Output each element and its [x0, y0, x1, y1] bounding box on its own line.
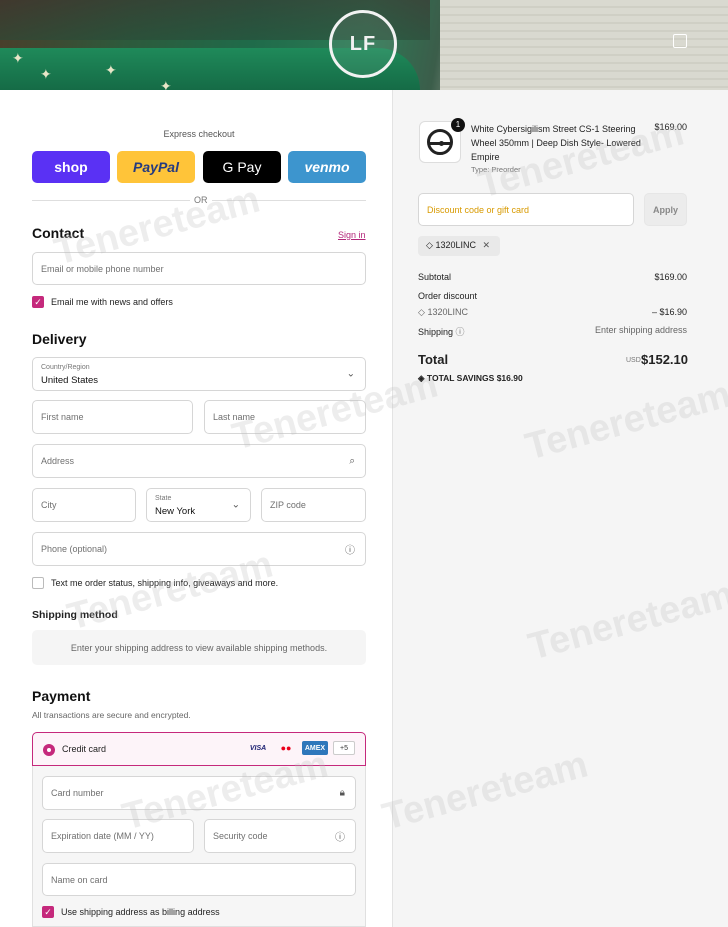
discount-chip: ◇ 1320LINC ✕ — [418, 236, 500, 256]
amex-icon: AMEX — [302, 741, 328, 755]
delivery-heading: Delivery — [32, 331, 87, 347]
subtotal-label: Subtotal — [418, 272, 452, 282]
news-checkbox-label: Email me with news and offers — [51, 297, 173, 307]
more-cards-badge: +5 — [333, 741, 355, 755]
country-select[interactable]: Country/Region United States ⌄ — [32, 357, 366, 391]
email-field[interactable]: Email or mobile phone number — [32, 252, 366, 285]
apply-button[interactable]: Apply — [644, 193, 687, 226]
order-discount-label: Order discount — [418, 291, 478, 301]
visa-icon: VISA — [249, 744, 267, 752]
product-title: White Cybersigilism Street CS-1 Steering… — [471, 124, 641, 162]
radio-selected-icon[interactable] — [43, 744, 55, 756]
express-checkout-title: Express checkout — [163, 129, 235, 139]
currency-code: USD — [626, 357, 641, 364]
discount-value: – $16.90 — [651, 307, 687, 317]
cart-bag-icon[interactable] — [673, 34, 687, 48]
billing-checkbox-label: Use shipping address as billing address — [61, 907, 220, 917]
billing-checkbox[interactable]: ✓ — [42, 906, 54, 918]
address-field[interactable]: Address ⌕ — [32, 444, 366, 478]
tag-icon: ◈ — [418, 373, 425, 383]
phone-field[interactable]: Phone (optional) ⓘ — [32, 532, 366, 566]
steering-wheel-icon — [427, 129, 453, 155]
chevron-down-icon: ⌄ — [231, 499, 240, 511]
total-savings: ◈ TOTAL SAVINGS $16.90 — [418, 373, 523, 383]
mastercard-icon: ●● — [280, 743, 292, 753]
last-name-field[interactable]: Last name — [204, 400, 366, 434]
or-divider-text: OR — [190, 195, 212, 205]
payment-subtext: All transactions are secure and encrypte… — [32, 710, 191, 720]
sign-in-link[interactable]: Sign in — [338, 230, 366, 240]
total-label: Total — [418, 352, 449, 367]
state-select[interactable]: State New York ⌄ — [146, 488, 251, 522]
shop-pay-button[interactable]: shop — [32, 151, 110, 183]
chevron-down-icon: ⌄ — [346, 368, 355, 380]
subtotal-value: $169.00 — [654, 272, 687, 282]
city-field[interactable]: City — [32, 488, 136, 522]
credit-card-label: Credit card — [62, 744, 107, 754]
tag-icon: ◇ — [426, 240, 433, 250]
help-icon[interactable]: ⓘ — [335, 829, 345, 844]
header-banner: ✦ ✦ ✦ ✦ LF — [0, 0, 728, 90]
contact-heading: Contact — [32, 225, 85, 241]
discount-code-field[interactable]: Discount code or gift card — [418, 193, 634, 226]
venmo-button[interactable]: venmo — [288, 151, 366, 183]
google-pay-button[interactable]: G Pay — [203, 151, 281, 183]
expiration-field[interactable]: Expiration date (MM / YY) — [42, 819, 194, 853]
shipping-summary-label: Shipping ⓘ — [418, 327, 465, 337]
card-number-field[interactable]: Card number 🔒︎ — [42, 776, 356, 810]
quantity-badge: 1 — [451, 118, 465, 132]
payment-heading: Payment — [32, 688, 91, 704]
product-type: Type: Preorder — [471, 165, 521, 174]
tag-icon: ◇ — [418, 307, 425, 317]
remove-discount-icon[interactable]: ✕ — [482, 240, 490, 250]
help-icon[interactable]: ⓘ — [345, 542, 355, 557]
shipping-method-placeholder: Enter your shipping address to view avai… — [32, 630, 366, 665]
store-logo[interactable]: LF — [329, 10, 397, 78]
paypal-button[interactable]: PayPal — [117, 151, 195, 183]
applied-discount-code: ◇ 1320LINC — [418, 307, 468, 317]
help-icon[interactable]: ⓘ — [456, 327, 465, 337]
news-checkbox[interactable]: ✓ — [32, 296, 44, 308]
shipping-summary-value: Enter shipping address — [594, 325, 687, 335]
security-code-field[interactable]: Security code ⓘ — [204, 819, 356, 853]
shipping-method-heading: Shipping method — [32, 609, 118, 621]
zip-field[interactable]: ZIP code — [261, 488, 366, 522]
search-icon: ⌕ — [349, 455, 355, 467]
total-value: $152.10 — [641, 352, 688, 367]
first-name-field[interactable]: First name — [32, 400, 193, 434]
lock-icon: 🔒︎ — [339, 787, 345, 799]
name-on-card-field[interactable]: Name on card — [42, 863, 356, 896]
product-price: $169.00 — [654, 122, 687, 132]
sms-checkbox-label: Text me order status, shipping info, giv… — [51, 578, 279, 588]
sms-checkbox[interactable] — [32, 577, 44, 589]
